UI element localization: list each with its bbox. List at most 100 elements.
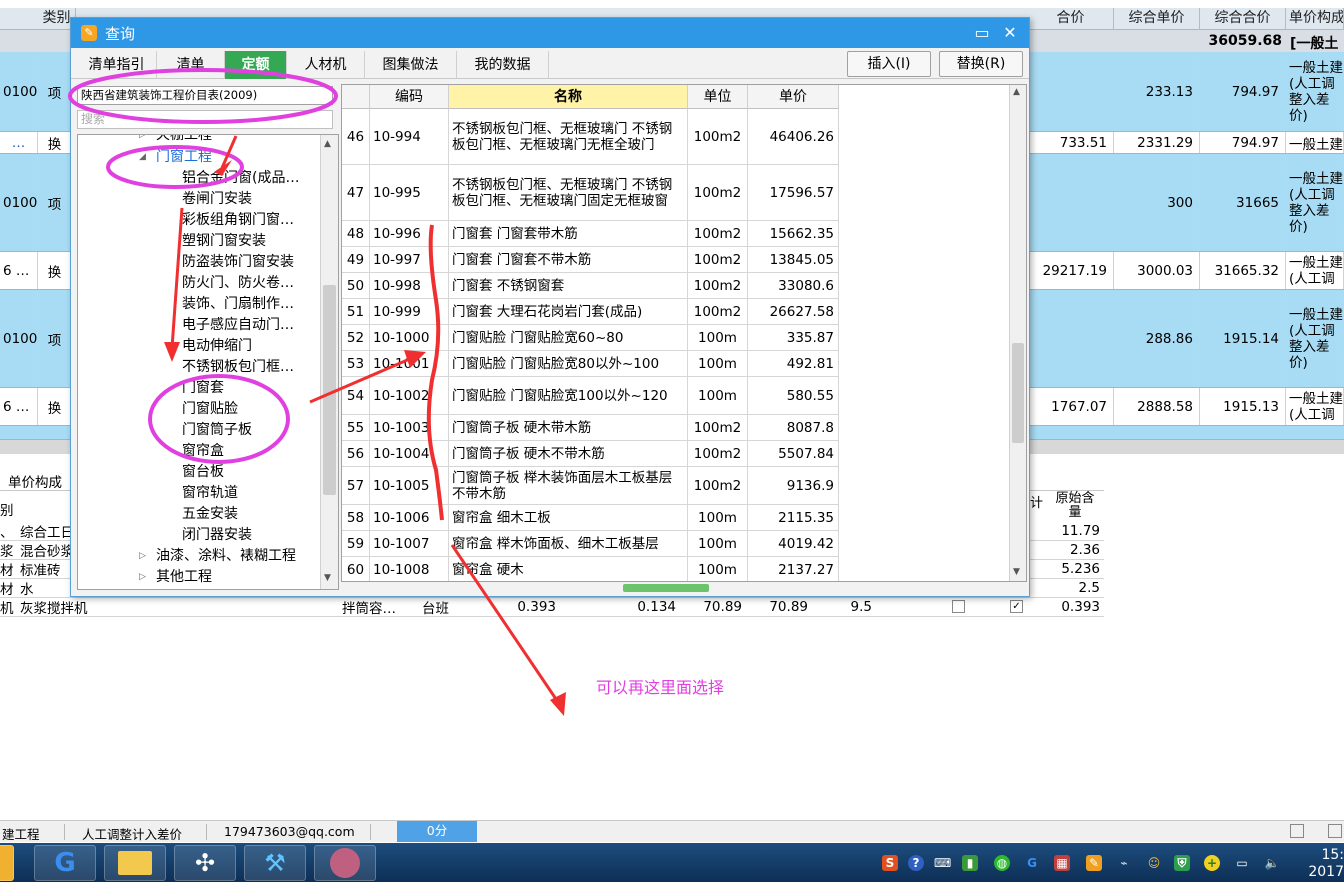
quota-row[interactable]: 54 10-1002 门窗贴脸 门窗贴脸宽100以外~120 100m 580.55 — [342, 377, 839, 415]
tree-item[interactable]: 门窗贴脸 — [182, 399, 238, 420]
tab-quota[interactable]: 定额 — [225, 51, 287, 79]
tab-atlas-method[interactable]: 图集做法 — [365, 51, 457, 79]
tree-item[interactable]: 窗帘盒 — [182, 441, 224, 462]
tree-item[interactable]: 门窗套 — [182, 378, 224, 399]
tree-item[interactable]: 铝合金门窗(成品… — [182, 168, 299, 189]
quota-row[interactable]: 57 10-1005 门窗筒子板 榉木装饰面层木工板基层不带木筋 100m2 9136.… — [342, 467, 839, 505]
user-tray-icon[interactable]: ☺ — [1146, 855, 1162, 871]
keyboard-icon[interactable]: ⌨ — [934, 855, 951, 871]
app-tray-icon[interactable]: ▦ — [1054, 855, 1070, 871]
tree-item[interactable]: 窗台板 — [182, 462, 224, 483]
input-method-icon[interactable]: S — [882, 855, 898, 871]
tree-item[interactable]: 五金安装 — [182, 504, 238, 525]
quota-row[interactable]: 48 10-996 门窗套 门窗套带木筋 100m2 15662.35 — [342, 221, 839, 247]
col-header-compose[interactable]: 单价构成 — [1286, 8, 1344, 30]
layout-icon[interactable] — [1328, 824, 1342, 838]
replace-button[interactable]: 替换(R) — [939, 51, 1023, 77]
row-unit: 100m — [688, 557, 748, 581]
collapse-arrow-icon[interactable]: ◢ — [139, 147, 146, 168]
library-select[interactable]: 陕西省建筑装饰工程价目表(2009) — [77, 86, 333, 105]
help-icon[interactable]: ? — [908, 855, 924, 871]
quota-row[interactable]: 47 10-995 不锈钢板包门框、无框玻璃门 不锈钢板包门框、无框玻璃门固定无框玻… — [342, 165, 839, 221]
quota-row[interactable]: 50 10-998 门窗套 不锈钢窗套 100m2 33080.6 — [342, 273, 839, 299]
result-scrollbar[interactable]: ▲ ▼ — [1009, 85, 1026, 581]
shield-icon[interactable]: ⛨ — [1174, 855, 1190, 871]
tree-item[interactable]: ▷ 油漆、涂料、裱糊工程 — [139, 546, 296, 567]
tree-item[interactable]: ▷ 其他工程 — [139, 567, 212, 588]
tree-item[interactable]: 不锈钢板包门框… — [182, 357, 294, 378]
quota-row[interactable]: 49 10-997 门窗套 门窗套不带木筋 100m2 13845.05 — [342, 247, 839, 273]
clock[interactable]: 15: 2017 — [1306, 847, 1344, 881]
quota-row[interactable]: 60 10-1008 窗帘盒 硬木 100m 2137.27 — [342, 557, 839, 581]
sub-row[interactable]: 机 灰浆搅拌机 拌筒容… 台班 0.393 0.134 70.89 70.89 … — [0, 598, 1104, 617]
quota-row[interactable]: 58 10-1006 窗帘盒 细木工板 100m 2115.35 — [342, 505, 839, 531]
monitor-tray-icon[interactable]: ▭ — [1234, 855, 1250, 871]
tree-item[interactable]: 防火门、防火卷… — [182, 273, 294, 294]
tree-item[interactable]: ◢ 门窗工程 — [139, 147, 212, 168]
col-header-total[interactable]: 合价 — [1028, 8, 1114, 30]
wechat-icon[interactable]: ◍ — [994, 855, 1010, 871]
expand-arrow-icon[interactable]: ▷ — [139, 135, 146, 146]
col-header-code[interactable]: 编码 — [370, 85, 449, 109]
quota-row[interactable]: 53 10-1001 门窗贴脸 门窗贴脸宽80以外~100 100m 492.81 — [342, 351, 839, 377]
quota-row[interactable]: 55 10-1003 门窗筒子板 硬木带木筋 100m2 8087.8 — [342, 415, 839, 441]
browser-icon[interactable]: G — [34, 845, 96, 881]
tree-item[interactable]: ▷ 天棚工程 — [139, 135, 212, 146]
quota-row[interactable]: 46 10-994 不锈钢板包门框、无框玻璃门 不锈钢板包门框、无框玻璃门无框全玻门… — [342, 109, 839, 165]
scroll-thumb[interactable] — [323, 285, 336, 495]
tree-item[interactable]: 闭门器安装 — [182, 525, 252, 546]
tab-list-guide[interactable]: 清单指引 — [77, 51, 157, 79]
window-icon[interactable] — [1290, 824, 1304, 838]
edit-tray-icon[interactable]: ✎ — [1086, 855, 1102, 871]
tree-item[interactable]: 卷闸门安装 — [182, 189, 252, 210]
splitter-handle[interactable] — [623, 584, 709, 592]
tree-item[interactable]: 窗帘轨道 — [182, 483, 238, 504]
maximize-button[interactable]: ▭ — [969, 21, 995, 45]
scroll-down-icon[interactable]: ▼ — [324, 573, 331, 583]
quota-row[interactable]: 51 10-999 门窗套 大理石花岗岩门套(成品) 100m2 26627.58 — [342, 299, 839, 325]
sub-row-checkbox[interactable] — [952, 600, 965, 613]
photo-app-icon[interactable] — [314, 845, 376, 881]
tree-item[interactable]: 电动伸缩门 — [182, 336, 252, 357]
search-input[interactable]: 搜索 — [77, 110, 333, 129]
volume-icon[interactable]: 🔈 — [1264, 855, 1280, 871]
expand-arrow-icon[interactable]: ▷ — [139, 546, 146, 567]
col-header-name[interactable]: 名称 — [449, 85, 688, 109]
insert-button[interactable]: 插入(I) — [847, 51, 931, 77]
app-icon-partial[interactable] — [0, 845, 14, 881]
scroll-down-icon[interactable]: ▼ — [1013, 567, 1020, 577]
col-header-unit[interactable]: 单位 — [688, 85, 748, 109]
sub-panel-title[interactable]: 单价构成 — [8, 471, 62, 491]
quota-row[interactable]: 59 10-1007 窗帘盒 榉木饰面板、细木工板基层 100m 4019.42 — [342, 531, 839, 557]
tree-item[interactable]: 电子感应自动门… — [182, 315, 294, 336]
sub-row-checkbox-checked[interactable]: ✓ — [1010, 600, 1023, 613]
dialog-titlebar[interactable]: ✎ 查询 ▭ ✕ — [71, 18, 1029, 48]
tree-item[interactable]: 装饰、门扇制作… — [182, 294, 294, 315]
tree-item[interactable]: 防盗装饰门窗安装 — [182, 252, 294, 273]
tree-scrollbar[interactable]: ▲ ▼ — [320, 135, 338, 589]
tree-item[interactable]: 塑钢门窗安装 — [182, 231, 266, 252]
add-tray-icon[interactable]: + — [1204, 855, 1220, 871]
expand-arrow-icon[interactable]: ▷ — [139, 567, 146, 588]
tab-my-data[interactable]: 我的数据 — [457, 51, 549, 79]
scroll-thumb[interactable] — [1012, 343, 1024, 443]
browser-tray-icon[interactable]: G — [1024, 855, 1040, 871]
tool-app-icon[interactable]: ⚒ — [244, 845, 306, 881]
scroll-up-icon[interactable]: ▲ — [324, 139, 331, 149]
quota-row[interactable]: 52 10-1000 门窗贴脸 门窗贴脸宽60~80 100m 335.87 — [342, 325, 839, 351]
row-code[interactable]: … — [0, 132, 38, 153]
tab-list[interactable]: 清单 — [157, 51, 225, 79]
close-button[interactable]: ✕ — [997, 21, 1023, 45]
col-header-unit-price[interactable]: 综合单价 — [1114, 8, 1200, 30]
tab-labor-material[interactable]: 人材机 — [287, 51, 365, 79]
col-header-price[interactable]: 单价 — [748, 85, 839, 109]
tree-item[interactable]: 门窗筒子板 — [182, 420, 252, 441]
quota-row[interactable]: 56 10-1004 门窗筒子板 硬木不带木筋 100m2 5507.84 — [342, 441, 839, 467]
battery-icon[interactable]: ▮ — [962, 855, 978, 871]
network-tray-icon[interactable]: ⌁ — [1116, 855, 1132, 871]
scroll-up-icon[interactable]: ▲ — [1013, 87, 1020, 97]
folder-icon[interactable] — [104, 845, 166, 881]
col-header-composite-total[interactable]: 综合合价 — [1200, 8, 1286, 30]
tree-item[interactable]: 彩板组角钢门窗… — [182, 210, 294, 231]
settings-app-icon[interactable]: ✣ — [174, 845, 236, 881]
